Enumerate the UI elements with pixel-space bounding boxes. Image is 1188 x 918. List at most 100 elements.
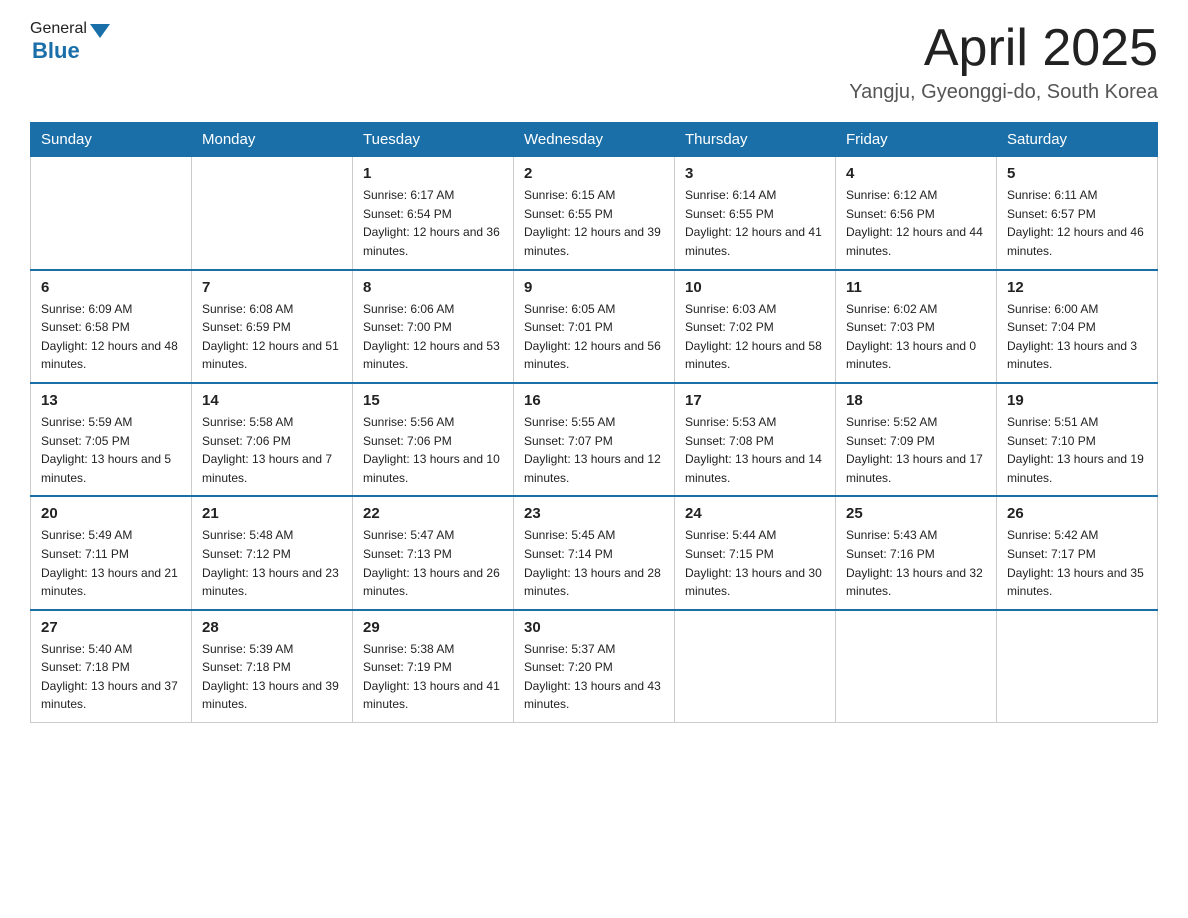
day-info: Sunrise: 5:47 AMSunset: 7:13 PMDaylight:… [363,526,503,600]
calendar-day-cell: 29 Sunrise: 5:38 AMSunset: 7:19 PMDaylig… [353,610,514,723]
calendar-table: SundayMondayTuesdayWednesdayThursdayFrid… [30,122,1158,723]
calendar-day-cell: 7 Sunrise: 6:08 AMSunset: 6:59 PMDayligh… [192,270,353,383]
day-info: Sunrise: 6:11 AMSunset: 6:57 PMDaylight:… [1007,186,1147,260]
day-number: 27 [41,619,181,636]
day-number: 24 [685,505,825,522]
day-number: 28 [202,619,342,636]
day-number: 22 [363,505,503,522]
day-info: Sunrise: 5:37 AMSunset: 7:20 PMDaylight:… [524,640,664,714]
day-number: 10 [685,279,825,296]
day-number: 21 [202,505,342,522]
weekday-header-cell: Tuesday [353,123,514,157]
logo: General Blue [30,20,110,64]
day-info: Sunrise: 5:53 AMSunset: 7:08 PMDaylight:… [685,413,825,487]
day-info: Sunrise: 6:03 AMSunset: 7:02 PMDaylight:… [685,300,825,374]
day-info: Sunrise: 5:48 AMSunset: 7:12 PMDaylight:… [202,526,342,600]
calendar-day-cell: 24 Sunrise: 5:44 AMSunset: 7:15 PMDaylig… [675,496,836,609]
day-number: 11 [846,279,986,296]
calendar-day-cell: 22 Sunrise: 5:47 AMSunset: 7:13 PMDaylig… [353,496,514,609]
day-info: Sunrise: 6:17 AMSunset: 6:54 PMDaylight:… [363,186,503,260]
day-info: Sunrise: 5:58 AMSunset: 7:06 PMDaylight:… [202,413,342,487]
calendar-day-cell: 1 Sunrise: 6:17 AMSunset: 6:54 PMDayligh… [353,157,514,270]
day-number: 3 [685,165,825,182]
weekday-header-row: SundayMondayTuesdayWednesdayThursdayFrid… [31,123,1158,157]
day-info: Sunrise: 5:45 AMSunset: 7:14 PMDaylight:… [524,526,664,600]
weekday-header-cell: Saturday [997,123,1158,157]
day-number: 17 [685,392,825,409]
calendar-day-cell [997,610,1158,723]
calendar-location: Yangju, Gyeonggi-do, South Korea [849,81,1158,104]
day-number: 8 [363,279,503,296]
day-number: 12 [1007,279,1147,296]
day-info: Sunrise: 5:55 AMSunset: 7:07 PMDaylight:… [524,413,664,487]
day-info: Sunrise: 5:43 AMSunset: 7:16 PMDaylight:… [846,526,986,600]
calendar-day-cell: 15 Sunrise: 5:56 AMSunset: 7:06 PMDaylig… [353,383,514,496]
weekday-header-cell: Monday [192,123,353,157]
calendar-day-cell: 10 Sunrise: 6:03 AMSunset: 7:02 PMDaylig… [675,270,836,383]
day-number: 13 [41,392,181,409]
day-info: Sunrise: 6:12 AMSunset: 6:56 PMDaylight:… [846,186,986,260]
calendar-day-cell: 19 Sunrise: 5:51 AMSunset: 7:10 PMDaylig… [997,383,1158,496]
day-info: Sunrise: 6:00 AMSunset: 7:04 PMDaylight:… [1007,300,1147,374]
calendar-day-cell: 11 Sunrise: 6:02 AMSunset: 7:03 PMDaylig… [836,270,997,383]
calendar-day-cell: 18 Sunrise: 5:52 AMSunset: 7:09 PMDaylig… [836,383,997,496]
day-info: Sunrise: 5:39 AMSunset: 7:18 PMDaylight:… [202,640,342,714]
day-number: 18 [846,392,986,409]
calendar-title: April 2025 [849,20,1158,77]
calendar-week-row: 20 Sunrise: 5:49 AMSunset: 7:11 PMDaylig… [31,496,1158,609]
calendar-day-cell: 13 Sunrise: 5:59 AMSunset: 7:05 PMDaylig… [31,383,192,496]
day-info: Sunrise: 5:44 AMSunset: 7:15 PMDaylight:… [685,526,825,600]
calendar-day-cell: 26 Sunrise: 5:42 AMSunset: 7:17 PMDaylig… [997,496,1158,609]
day-number: 25 [846,505,986,522]
calendar-week-row: 1 Sunrise: 6:17 AMSunset: 6:54 PMDayligh… [31,157,1158,270]
calendar-day-cell: 27 Sunrise: 5:40 AMSunset: 7:18 PMDaylig… [31,610,192,723]
calendar-day-cell: 17 Sunrise: 5:53 AMSunset: 7:08 PMDaylig… [675,383,836,496]
day-number: 6 [41,279,181,296]
day-number: 23 [524,505,664,522]
calendar-body: 1 Sunrise: 6:17 AMSunset: 6:54 PMDayligh… [31,157,1158,723]
calendar-day-cell [675,610,836,723]
calendar-day-cell [836,610,997,723]
calendar-day-cell: 9 Sunrise: 6:05 AMSunset: 7:01 PMDayligh… [514,270,675,383]
day-info: Sunrise: 5:38 AMSunset: 7:19 PMDaylight:… [363,640,503,714]
calendar-day-cell: 23 Sunrise: 5:45 AMSunset: 7:14 PMDaylig… [514,496,675,609]
day-number: 2 [524,165,664,182]
weekday-header-cell: Friday [836,123,997,157]
day-number: 29 [363,619,503,636]
day-info: Sunrise: 5:40 AMSunset: 7:18 PMDaylight:… [41,640,181,714]
day-number: 20 [41,505,181,522]
calendar-day-cell [31,157,192,270]
day-number: 7 [202,279,342,296]
calendar-week-row: 6 Sunrise: 6:09 AMSunset: 6:58 PMDayligh… [31,270,1158,383]
day-info: Sunrise: 6:09 AMSunset: 6:58 PMDaylight:… [41,300,181,374]
page-header: General Blue April 2025 Yangju, Gyeonggi… [30,20,1158,104]
calendar-day-cell: 21 Sunrise: 5:48 AMSunset: 7:12 PMDaylig… [192,496,353,609]
calendar-day-cell: 16 Sunrise: 5:55 AMSunset: 7:07 PMDaylig… [514,383,675,496]
day-number: 5 [1007,165,1147,182]
day-number: 30 [524,619,664,636]
day-info: Sunrise: 5:59 AMSunset: 7:05 PMDaylight:… [41,413,181,487]
day-info: Sunrise: 6:15 AMSunset: 6:55 PMDaylight:… [524,186,664,260]
day-number: 19 [1007,392,1147,409]
calendar-day-cell: 4 Sunrise: 6:12 AMSunset: 6:56 PMDayligh… [836,157,997,270]
calendar-day-cell: 25 Sunrise: 5:43 AMSunset: 7:16 PMDaylig… [836,496,997,609]
calendar-week-row: 13 Sunrise: 5:59 AMSunset: 7:05 PMDaylig… [31,383,1158,496]
day-info: Sunrise: 5:51 AMSunset: 7:10 PMDaylight:… [1007,413,1147,487]
day-info: Sunrise: 6:14 AMSunset: 6:55 PMDaylight:… [685,186,825,260]
weekday-header-cell: Sunday [31,123,192,157]
weekday-header-cell: Thursday [675,123,836,157]
calendar-day-cell: 30 Sunrise: 5:37 AMSunset: 7:20 PMDaylig… [514,610,675,723]
day-info: Sunrise: 5:56 AMSunset: 7:06 PMDaylight:… [363,413,503,487]
day-info: Sunrise: 6:05 AMSunset: 7:01 PMDaylight:… [524,300,664,374]
logo-triangle-icon [90,24,110,38]
calendar-day-cell: 14 Sunrise: 5:58 AMSunset: 7:06 PMDaylig… [192,383,353,496]
day-number: 16 [524,392,664,409]
logo-general-text: General [30,20,87,38]
calendar-day-cell: 12 Sunrise: 6:00 AMSunset: 7:04 PMDaylig… [997,270,1158,383]
calendar-day-cell: 28 Sunrise: 5:39 AMSunset: 7:18 PMDaylig… [192,610,353,723]
calendar-day-cell: 2 Sunrise: 6:15 AMSunset: 6:55 PMDayligh… [514,157,675,270]
day-info: Sunrise: 5:49 AMSunset: 7:11 PMDaylight:… [41,526,181,600]
day-info: Sunrise: 5:42 AMSunset: 7:17 PMDaylight:… [1007,526,1147,600]
calendar-day-cell: 3 Sunrise: 6:14 AMSunset: 6:55 PMDayligh… [675,157,836,270]
day-info: Sunrise: 6:02 AMSunset: 7:03 PMDaylight:… [846,300,986,374]
